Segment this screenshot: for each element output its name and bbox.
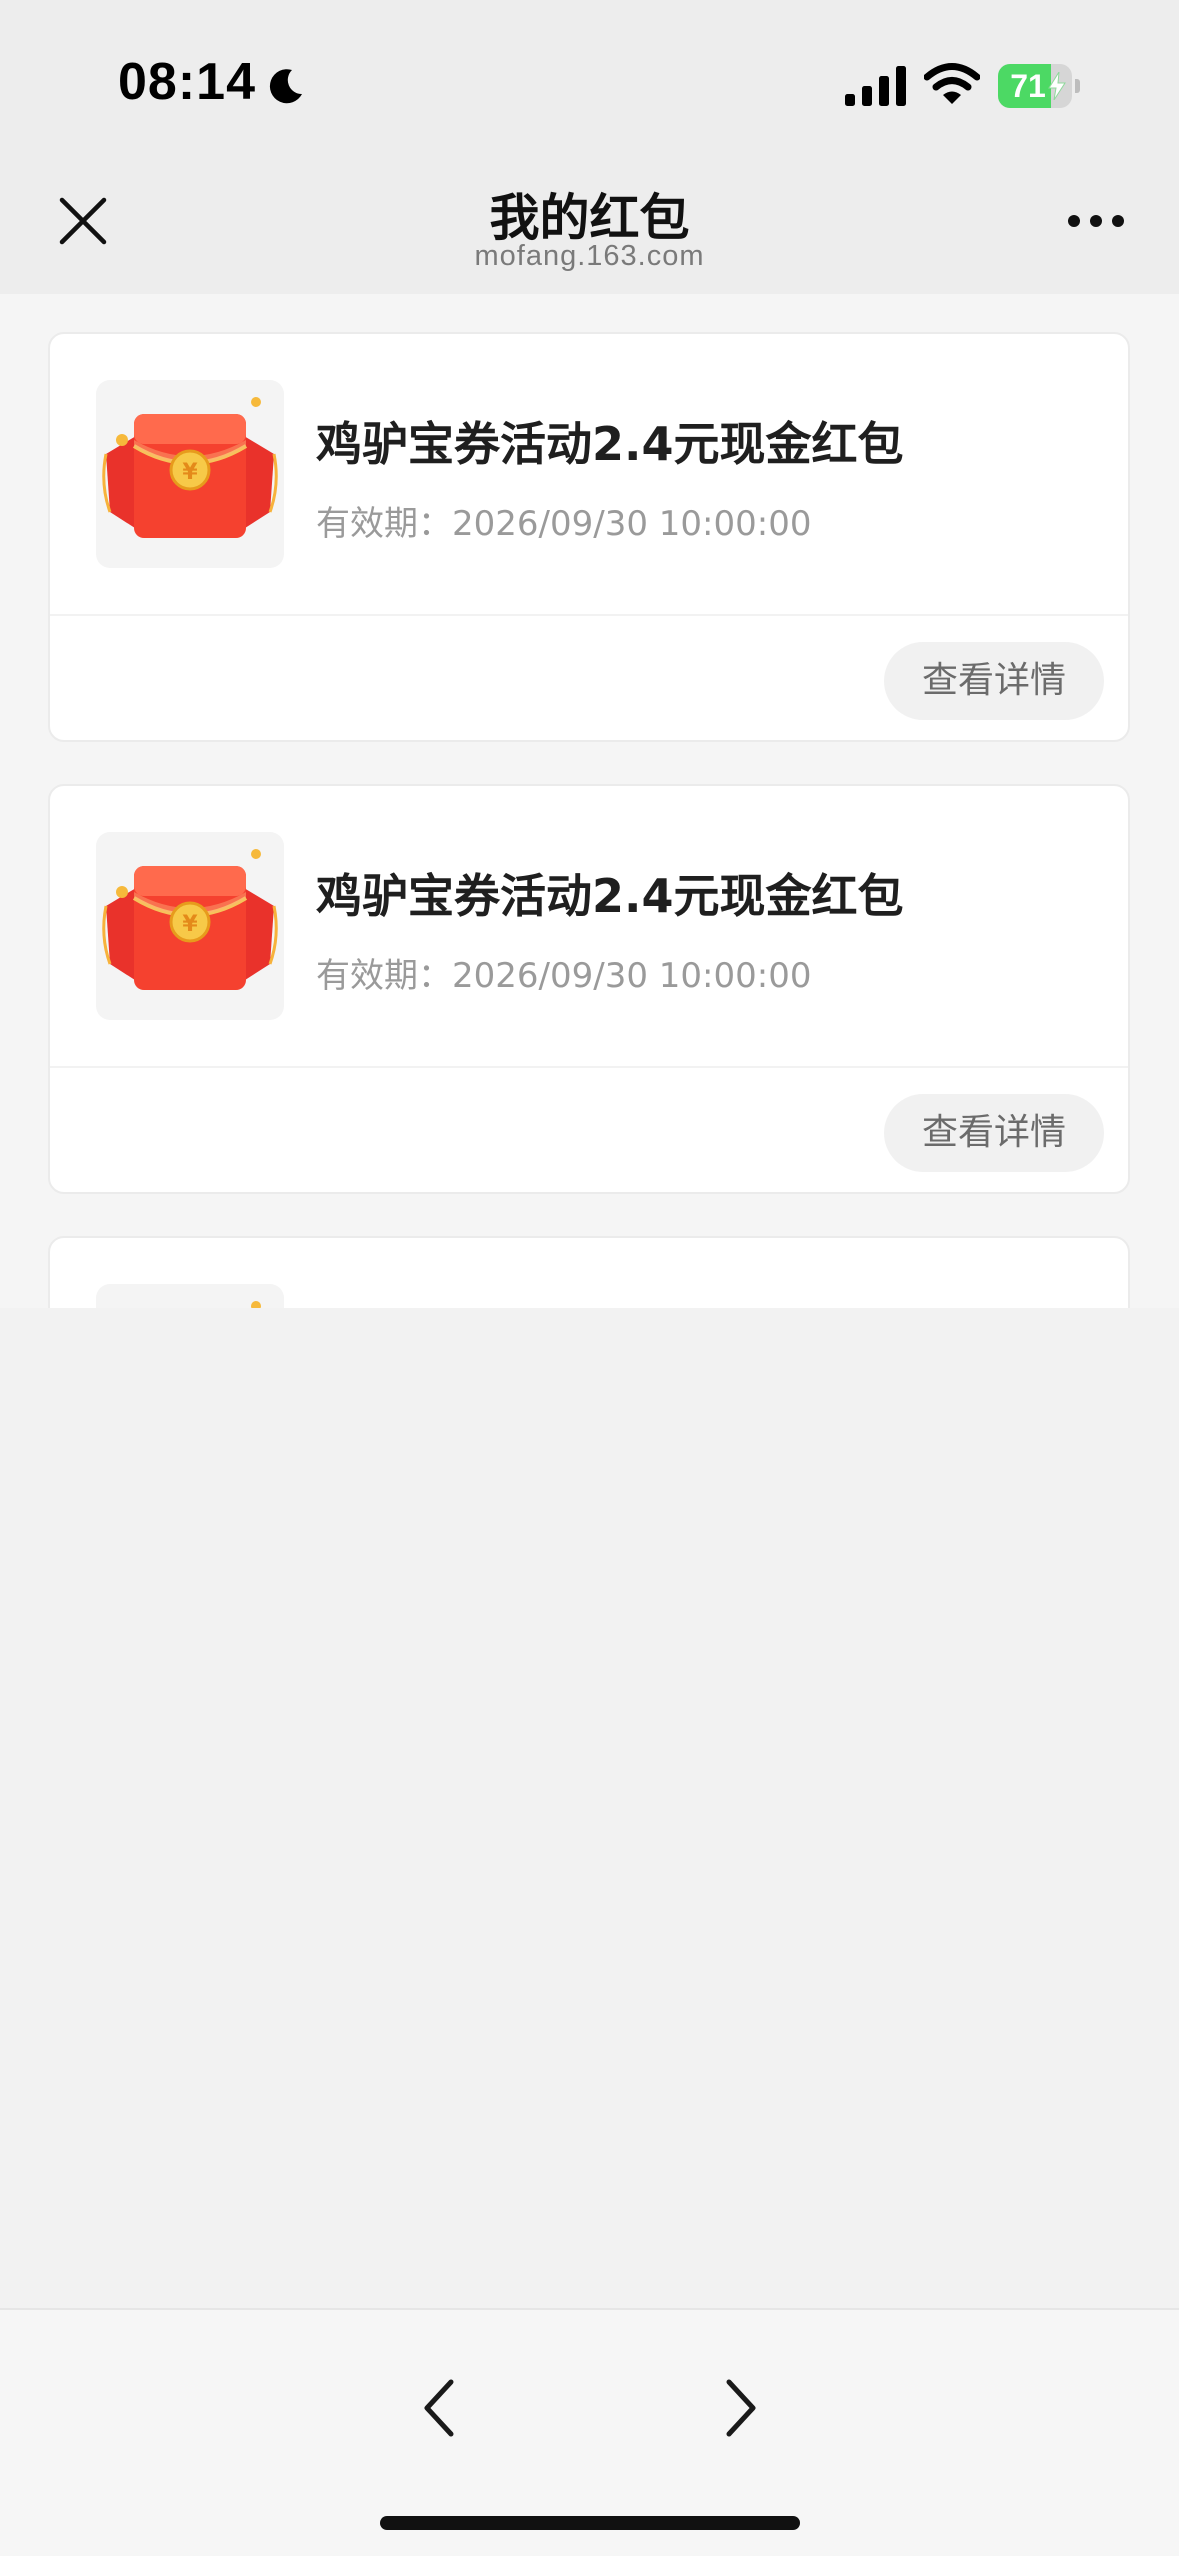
forward-button[interactable]	[706, 2370, 776, 2446]
red-packet-card[interactable]: ¥ 鸡驴宝券活动2.4元现金红包 有效期：2026/09/30 10:00:00…	[48, 784, 1130, 1194]
red-envelope-icon: ¥	[251, 1301, 261, 1308]
nav-bar: 我的红包 mofang.163.com	[0, 160, 1179, 294]
red-packet-title: 鸡驴宝券活动2.4元现金红包	[316, 869, 904, 923]
view-details-button[interactable]: 查看详情	[884, 1094, 1104, 1172]
red-packet-validity: 有效期：2026/09/30 10:00:00	[316, 956, 812, 996]
svg-text:¥: ¥	[182, 460, 198, 485]
bottom-toolbar	[0, 2308, 1179, 2556]
red-packet-thumbnail: ¥	[96, 380, 284, 568]
back-button[interactable]	[404, 2370, 474, 2446]
card-divider	[50, 614, 1128, 616]
signal-icon	[845, 66, 906, 106]
battery-charging-icon	[1048, 72, 1066, 100]
home-indicator[interactable]	[380, 2516, 800, 2530]
red-packet-list[interactable]: ¥ 鸡驴宝券活动2.4元现金红包 有效期：2026/09/30 10:00:00…	[0, 294, 1179, 1308]
red-envelope-icon: ¥	[102, 397, 278, 538]
wifi-icon	[924, 63, 980, 104]
red-packet-thumbnail: ¥	[96, 1284, 284, 1308]
red-packet-title: 鸡驴宝券活动2.4元现金红包	[316, 417, 904, 471]
red-packet-validity: 有效期：2026/09/30 10:00:00	[316, 504, 812, 544]
more-icon	[1068, 215, 1124, 227]
red-envelope-icon: ¥	[102, 849, 278, 990]
battery-cap	[1075, 79, 1080, 93]
red-packet-thumbnail: ¥	[96, 832, 284, 1020]
red-packet-card[interactable]: ¥ 鸡驴同享活动2.4元现金红包 有效期：2026/09/30 10:00:00…	[48, 1236, 1130, 1308]
status-bar: 08:14 71	[0, 0, 1179, 160]
view-details-button[interactable]: 查看详情	[884, 642, 1104, 720]
status-time: 08:14	[118, 53, 256, 111]
battery-indicator: 71	[998, 64, 1080, 108]
more-button[interactable]	[1060, 196, 1132, 246]
chevron-left-icon	[424, 2379, 454, 2437]
red-packet-card[interactable]: ¥ 鸡驴宝券活动2.4元现金红包 有效期：2026/09/30 10:00:00…	[48, 332, 1130, 742]
battery-body: 71	[998, 64, 1072, 108]
moon-icon	[269, 69, 302, 104]
card-divider	[50, 1066, 1128, 1068]
chevron-right-icon	[726, 2379, 756, 2437]
page-domain: mofang.163.com	[474, 240, 705, 272]
svg-text:¥: ¥	[182, 912, 198, 937]
